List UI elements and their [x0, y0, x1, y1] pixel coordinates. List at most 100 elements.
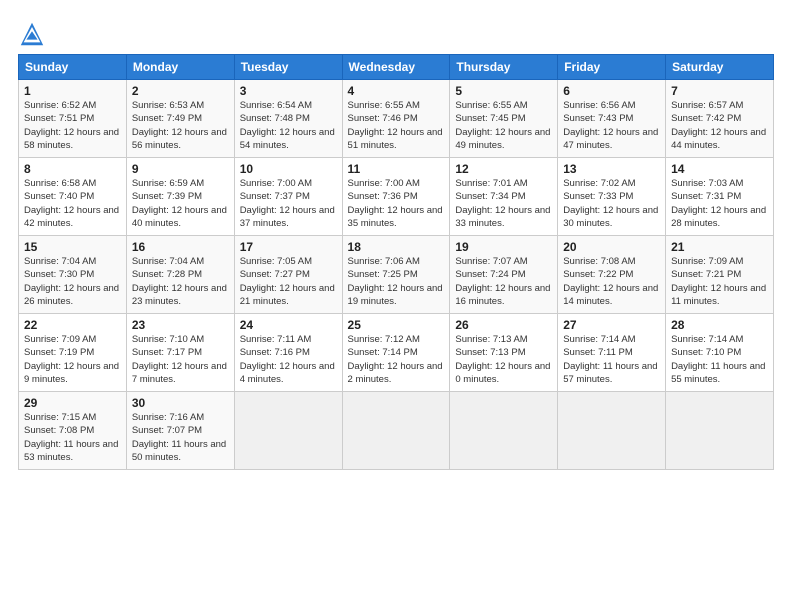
calendar-cell: 15 Sunrise: 7:04 AMSunset: 7:30 PMDaylig…	[19, 236, 127, 314]
day-number: 20	[563, 240, 660, 254]
day-number: 2	[132, 84, 229, 98]
day-number: 25	[348, 318, 445, 332]
calendar-cell	[558, 392, 666, 470]
logo-icon	[18, 20, 46, 48]
day-detail: Sunrise: 6:58 AMSunset: 7:40 PMDaylight:…	[24, 178, 119, 229]
day-number: 15	[24, 240, 121, 254]
calendar-cell: 27 Sunrise: 7:14 AMSunset: 7:11 PMDaylig…	[558, 314, 666, 392]
day-detail: Sunrise: 7:06 AMSunset: 7:25 PMDaylight:…	[348, 256, 443, 307]
day-detail: Sunrise: 7:08 AMSunset: 7:22 PMDaylight:…	[563, 256, 658, 307]
calendar-cell: 30 Sunrise: 7:16 AMSunset: 7:07 PMDaylig…	[126, 392, 234, 470]
page-container: Sunday Monday Tuesday Wednesday Thursday…	[0, 0, 792, 480]
day-number: 9	[132, 162, 229, 176]
day-number: 22	[24, 318, 121, 332]
calendar-cell	[666, 392, 774, 470]
calendar-cell: 3 Sunrise: 6:54 AMSunset: 7:48 PMDayligh…	[234, 80, 342, 158]
calendar-cell: 23 Sunrise: 7:10 AMSunset: 7:17 PMDaylig…	[126, 314, 234, 392]
day-number: 29	[24, 396, 121, 410]
day-detail: Sunrise: 7:00 AMSunset: 7:37 PMDaylight:…	[240, 178, 335, 229]
day-detail: Sunrise: 7:05 AMSunset: 7:27 PMDaylight:…	[240, 256, 335, 307]
calendar-cell: 18 Sunrise: 7:06 AMSunset: 7:25 PMDaylig…	[342, 236, 450, 314]
day-number: 26	[455, 318, 552, 332]
calendar-cell: 1 Sunrise: 6:52 AMSunset: 7:51 PMDayligh…	[19, 80, 127, 158]
day-number: 11	[348, 162, 445, 176]
calendar-cell	[450, 392, 558, 470]
day-number: 17	[240, 240, 337, 254]
day-number: 16	[132, 240, 229, 254]
day-detail: Sunrise: 7:09 AMSunset: 7:19 PMDaylight:…	[24, 334, 119, 385]
calendar-cell: 14 Sunrise: 7:03 AMSunset: 7:31 PMDaylig…	[666, 158, 774, 236]
col-monday: Monday	[126, 55, 234, 80]
day-detail: Sunrise: 7:12 AMSunset: 7:14 PMDaylight:…	[348, 334, 443, 385]
calendar-cell: 7 Sunrise: 6:57 AMSunset: 7:42 PMDayligh…	[666, 80, 774, 158]
calendar-cell: 13 Sunrise: 7:02 AMSunset: 7:33 PMDaylig…	[558, 158, 666, 236]
col-friday: Friday	[558, 55, 666, 80]
calendar-cell: 26 Sunrise: 7:13 AMSunset: 7:13 PMDaylig…	[450, 314, 558, 392]
day-number: 7	[671, 84, 768, 98]
day-number: 21	[671, 240, 768, 254]
day-number: 5	[455, 84, 552, 98]
day-number: 19	[455, 240, 552, 254]
day-detail: Sunrise: 6:57 AMSunset: 7:42 PMDaylight:…	[671, 100, 766, 151]
calendar-cell	[342, 392, 450, 470]
day-number: 30	[132, 396, 229, 410]
day-number: 14	[671, 162, 768, 176]
day-number: 3	[240, 84, 337, 98]
day-number: 4	[348, 84, 445, 98]
calendar-cell: 11 Sunrise: 7:00 AMSunset: 7:36 PMDaylig…	[342, 158, 450, 236]
day-number: 28	[671, 318, 768, 332]
day-detail: Sunrise: 6:59 AMSunset: 7:39 PMDaylight:…	[132, 178, 227, 229]
logo	[18, 20, 48, 48]
calendar-week-1: 1 Sunrise: 6:52 AMSunset: 7:51 PMDayligh…	[19, 80, 774, 158]
day-detail: Sunrise: 7:14 AMSunset: 7:10 PMDaylight:…	[671, 334, 765, 385]
calendar-table: Sunday Monday Tuesday Wednesday Thursday…	[18, 54, 774, 470]
day-number: 23	[132, 318, 229, 332]
day-detail: Sunrise: 6:56 AMSunset: 7:43 PMDaylight:…	[563, 100, 658, 151]
calendar-cell	[234, 392, 342, 470]
day-number: 1	[24, 84, 121, 98]
col-thursday: Thursday	[450, 55, 558, 80]
day-number: 27	[563, 318, 660, 332]
day-detail: Sunrise: 7:01 AMSunset: 7:34 PMDaylight:…	[455, 178, 550, 229]
calendar-week-3: 15 Sunrise: 7:04 AMSunset: 7:30 PMDaylig…	[19, 236, 774, 314]
day-detail: Sunrise: 6:55 AMSunset: 7:46 PMDaylight:…	[348, 100, 443, 151]
day-detail: Sunrise: 7:09 AMSunset: 7:21 PMDaylight:…	[671, 256, 766, 307]
calendar-cell: 8 Sunrise: 6:58 AMSunset: 7:40 PMDayligh…	[19, 158, 127, 236]
calendar-cell: 17 Sunrise: 7:05 AMSunset: 7:27 PMDaylig…	[234, 236, 342, 314]
calendar-week-5: 29 Sunrise: 7:15 AMSunset: 7:08 PMDaylig…	[19, 392, 774, 470]
day-detail: Sunrise: 7:14 AMSunset: 7:11 PMDaylight:…	[563, 334, 657, 385]
calendar-cell: 22 Sunrise: 7:09 AMSunset: 7:19 PMDaylig…	[19, 314, 127, 392]
calendar-cell: 12 Sunrise: 7:01 AMSunset: 7:34 PMDaylig…	[450, 158, 558, 236]
day-detail: Sunrise: 7:15 AMSunset: 7:08 PMDaylight:…	[24, 412, 118, 463]
day-detail: Sunrise: 7:13 AMSunset: 7:13 PMDaylight:…	[455, 334, 550, 385]
calendar-cell: 24 Sunrise: 7:11 AMSunset: 7:16 PMDaylig…	[234, 314, 342, 392]
calendar-week-4: 22 Sunrise: 7:09 AMSunset: 7:19 PMDaylig…	[19, 314, 774, 392]
day-detail: Sunrise: 7:04 AMSunset: 7:30 PMDaylight:…	[24, 256, 119, 307]
col-tuesday: Tuesday	[234, 55, 342, 80]
col-saturday: Saturday	[666, 55, 774, 80]
calendar-cell: 5 Sunrise: 6:55 AMSunset: 7:45 PMDayligh…	[450, 80, 558, 158]
day-detail: Sunrise: 6:54 AMSunset: 7:48 PMDaylight:…	[240, 100, 335, 151]
calendar-week-2: 8 Sunrise: 6:58 AMSunset: 7:40 PMDayligh…	[19, 158, 774, 236]
day-number: 6	[563, 84, 660, 98]
calendar-cell: 16 Sunrise: 7:04 AMSunset: 7:28 PMDaylig…	[126, 236, 234, 314]
header-row: Sunday Monday Tuesday Wednesday Thursday…	[19, 55, 774, 80]
calendar-cell: 4 Sunrise: 6:55 AMSunset: 7:46 PMDayligh…	[342, 80, 450, 158]
day-detail: Sunrise: 7:07 AMSunset: 7:24 PMDaylight:…	[455, 256, 550, 307]
day-number: 24	[240, 318, 337, 332]
calendar-header: Sunday Monday Tuesday Wednesday Thursday…	[19, 55, 774, 80]
calendar-cell: 9 Sunrise: 6:59 AMSunset: 7:39 PMDayligh…	[126, 158, 234, 236]
day-detail: Sunrise: 6:55 AMSunset: 7:45 PMDaylight:…	[455, 100, 550, 151]
day-number: 18	[348, 240, 445, 254]
calendar-cell: 29 Sunrise: 7:15 AMSunset: 7:08 PMDaylig…	[19, 392, 127, 470]
col-wednesday: Wednesday	[342, 55, 450, 80]
day-detail: Sunrise: 7:16 AMSunset: 7:07 PMDaylight:…	[132, 412, 226, 463]
calendar-cell: 10 Sunrise: 7:00 AMSunset: 7:37 PMDaylig…	[234, 158, 342, 236]
calendar-cell: 28 Sunrise: 7:14 AMSunset: 7:10 PMDaylig…	[666, 314, 774, 392]
day-detail: Sunrise: 7:10 AMSunset: 7:17 PMDaylight:…	[132, 334, 227, 385]
day-detail: Sunrise: 7:03 AMSunset: 7:31 PMDaylight:…	[671, 178, 766, 229]
day-detail: Sunrise: 6:53 AMSunset: 7:49 PMDaylight:…	[132, 100, 227, 151]
day-detail: Sunrise: 7:04 AMSunset: 7:28 PMDaylight:…	[132, 256, 227, 307]
calendar-cell: 19 Sunrise: 7:07 AMSunset: 7:24 PMDaylig…	[450, 236, 558, 314]
day-number: 13	[563, 162, 660, 176]
